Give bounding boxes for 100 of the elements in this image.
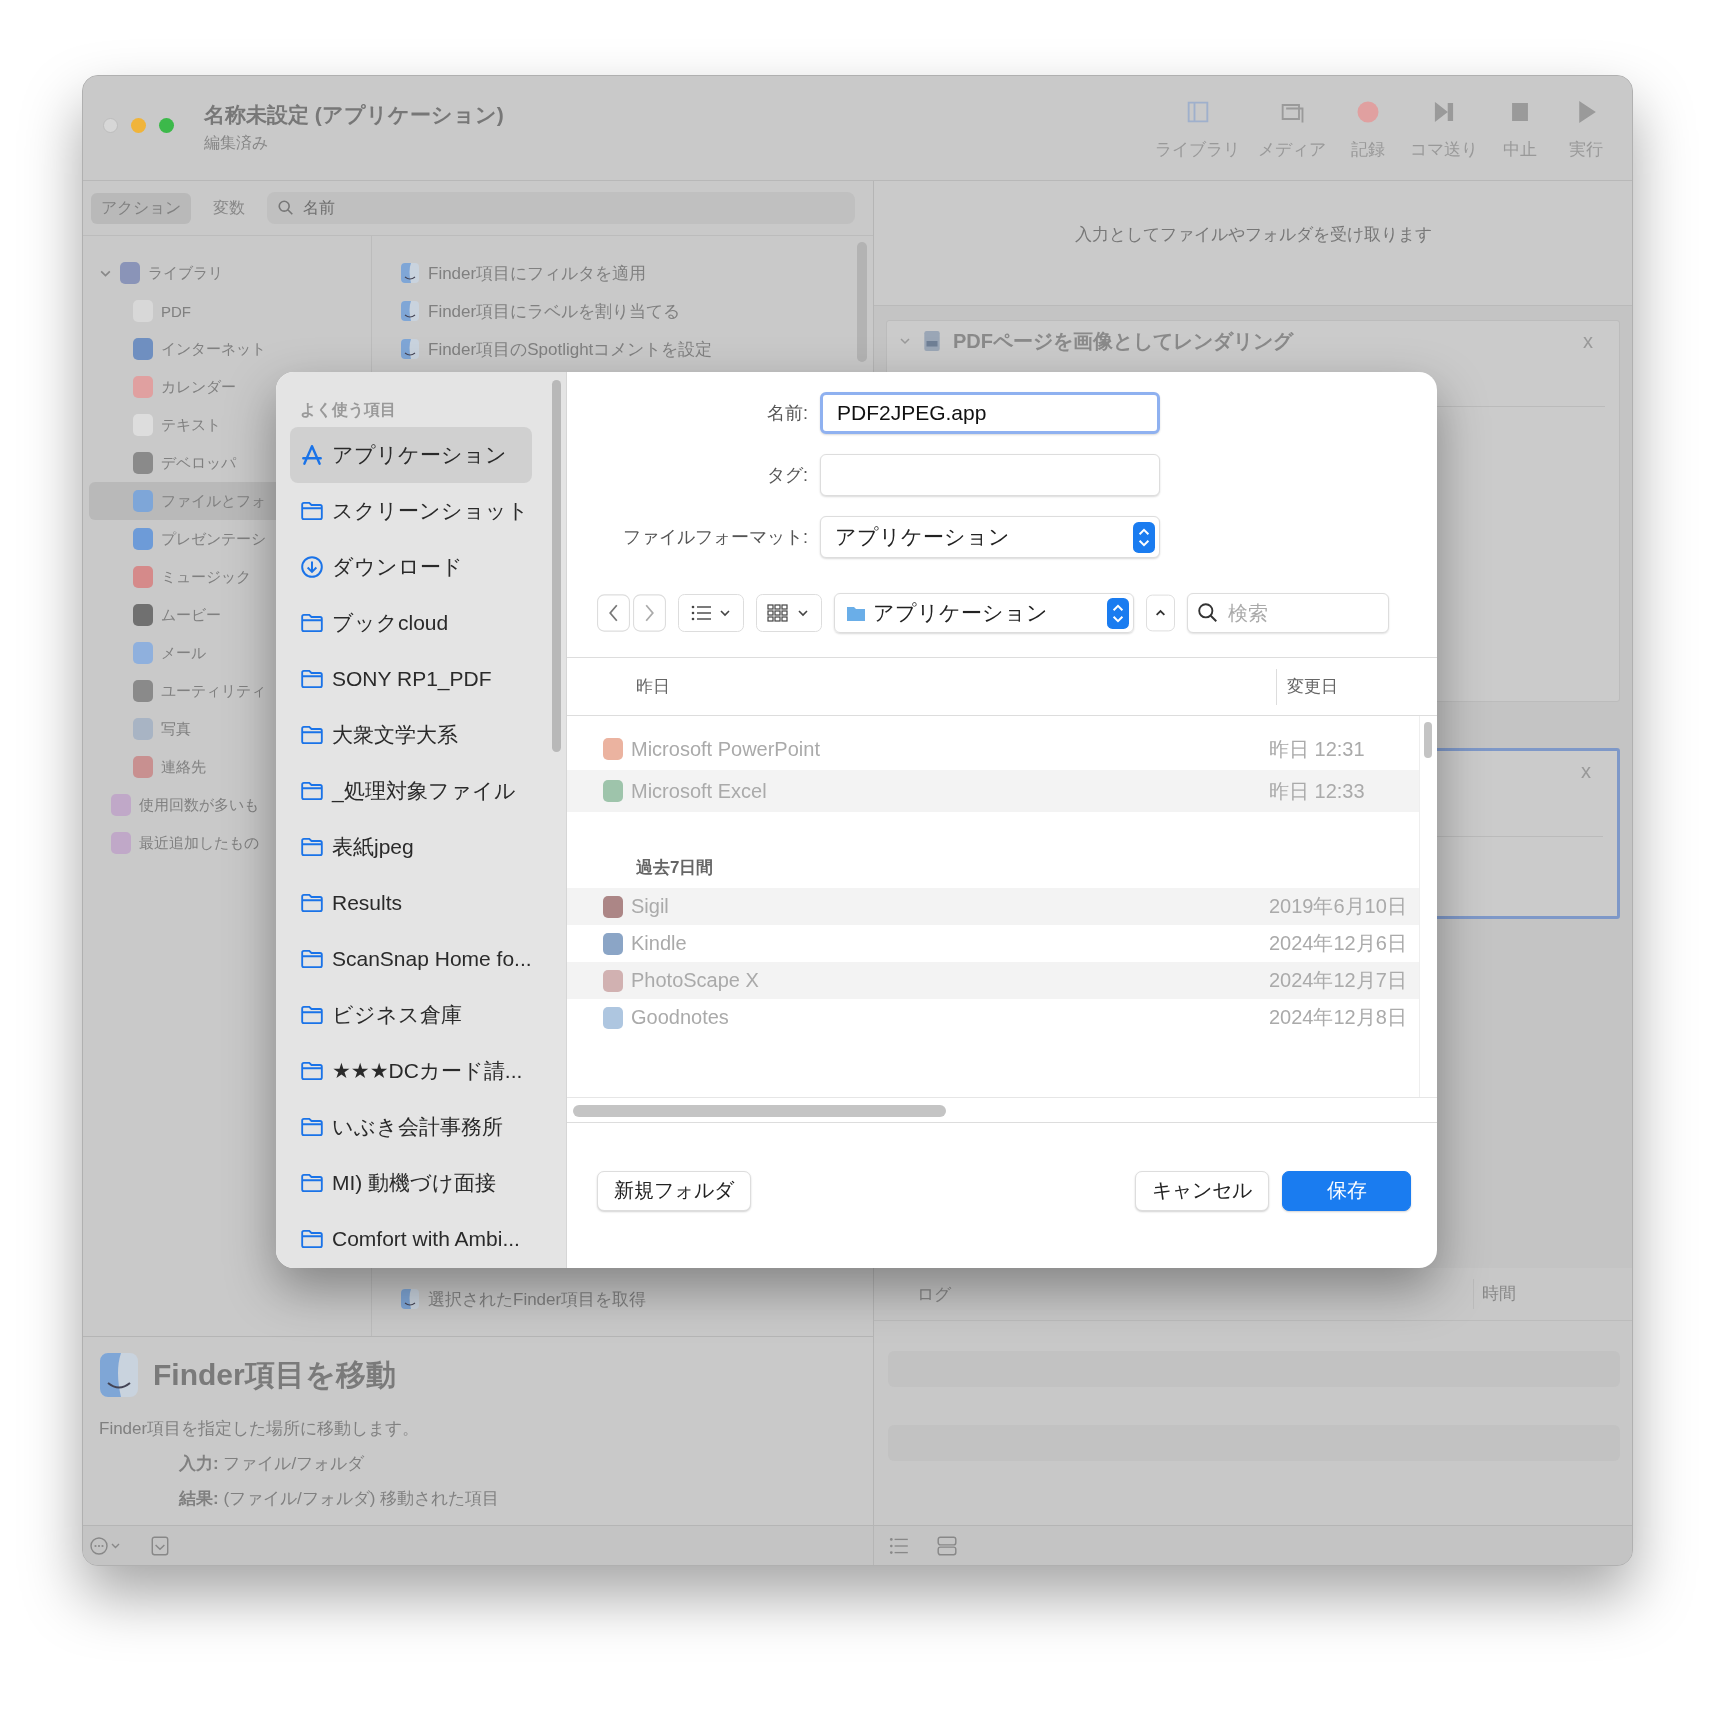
- category-icon: [133, 756, 153, 778]
- folder-icon: [300, 779, 324, 803]
- folder-icon: [300, 723, 324, 747]
- disclosure-icon: [899, 335, 911, 347]
- zoom-button[interactable]: [159, 118, 174, 133]
- sidebar-item[interactable]: ScanSnap Home fo...: [290, 931, 532, 987]
- folder-icon: [300, 667, 324, 691]
- scrollbar[interactable]: [552, 380, 561, 752]
- library-item[interactable]: インターネット: [83, 330, 371, 368]
- category-icon: [133, 604, 153, 626]
- sidebar-item[interactable]: 表紙jpeg: [290, 819, 532, 875]
- forward-button[interactable]: [633, 594, 666, 632]
- sidebar-item[interactable]: アプリケーション: [290, 427, 532, 483]
- name-field[interactable]: PDF2JPEG.app: [820, 392, 1160, 434]
- library-item[interactable]: PDF: [83, 292, 371, 330]
- category-icon: [133, 376, 153, 398]
- category-icon: [133, 680, 153, 702]
- sidebar-section-title: よく使う項目: [300, 400, 397, 421]
- up-button[interactable]: [1146, 594, 1175, 632]
- action-block-title: PDFページを画像としてレンダリング: [953, 328, 1293, 354]
- folder-icon: [300, 1171, 324, 1195]
- tag-field[interactable]: [820, 454, 1160, 496]
- category-icon: [120, 262, 140, 284]
- field-label: ファイルフォーマット:: [622, 526, 809, 549]
- sidebar-item[interactable]: Comfort with Ambi...: [290, 1211, 532, 1267]
- folder-icon: [300, 1059, 324, 1083]
- library-item[interactable]: ライブラリ: [83, 254, 371, 292]
- scrollbar-thumb[interactable]: [573, 1105, 946, 1117]
- window-title: 名称未設定 (アプリケーション): [204, 102, 504, 128]
- minimize-button[interactable]: [131, 118, 146, 133]
- category-icon: [133, 452, 153, 474]
- window-subtitle: 編集済み: [204, 133, 269, 153]
- column-header: 時間: [1473, 1279, 1632, 1309]
- folder-icon: [300, 611, 324, 635]
- action-item[interactable]: 選択されたFinder項目を取得: [400, 1280, 873, 1318]
- document-icon: [921, 330, 943, 352]
- category-icon: [133, 718, 153, 740]
- folder-icon: [300, 1227, 324, 1251]
- close-button[interactable]: [103, 118, 118, 133]
- app-store-icon: [300, 443, 324, 467]
- result-info: 結果: (ファイル/フォルダ) 移動された項目: [177, 1488, 501, 1510]
- sidebar-item[interactable]: MI) 動機づけ面接: [290, 1155, 532, 1211]
- action-item[interactable]: Finder項目にラベルを割り当てる: [400, 292, 873, 330]
- search-field[interactable]: 検索: [1187, 593, 1389, 633]
- scrollbar[interactable]: [857, 242, 867, 362]
- cancel-button[interactable]: キャンセル: [1135, 1170, 1269, 1211]
- app-icon: [603, 780, 623, 802]
- app-icon: [603, 932, 623, 955]
- folder-icon: [300, 891, 324, 915]
- category-icon: [133, 642, 153, 664]
- category-icon: [133, 338, 153, 360]
- column-header: ログ: [917, 1283, 952, 1306]
- sidebar-item[interactable]: _処理対象ファイル: [290, 763, 532, 819]
- split-view-icon[interactable]: [936, 1534, 958, 1557]
- group-header: 昨日: [636, 676, 671, 698]
- app-icon: [603, 895, 623, 918]
- back-button[interactable]: [597, 594, 630, 632]
- field-label: 名前:: [766, 402, 809, 425]
- folder-icon: [300, 1003, 324, 1027]
- smiley-face-icon: [400, 1287, 420, 1311]
- scrollbar-thumb[interactable]: [1424, 722, 1432, 758]
- category-icon: [111, 832, 131, 854]
- category-icon: [133, 490, 153, 512]
- sidebar-item[interactable]: ビジネス倉庫: [290, 987, 532, 1043]
- category-icon: [111, 794, 131, 816]
- location-popup[interactable]: アプリケーション: [834, 593, 1134, 633]
- grid-view-button[interactable]: [756, 594, 822, 632]
- action-item[interactable]: Finder項目にフィルタを適用: [400, 254, 873, 292]
- sidebar-item[interactable]: ★★★DCカード請...: [290, 1043, 532, 1099]
- tab[interactable]: 変数: [203, 192, 255, 224]
- action-title: Finder項目を移動: [153, 1356, 396, 1393]
- checkbox-icon[interactable]: [149, 1534, 171, 1557]
- action-item[interactable]: Finder項目のSpotlightコメントを設定: [400, 330, 873, 368]
- folder-icon: [300, 1115, 324, 1139]
- smiley-face-icon: [400, 261, 420, 285]
- category-icon: [133, 566, 153, 588]
- folder-icon: [300, 947, 324, 971]
- workflow-input-note: 入力としてファイルやフォルダを受け取ります: [1074, 224, 1432, 246]
- smiley-face-icon: [400, 337, 420, 361]
- category-icon: [133, 528, 153, 550]
- list-view-button[interactable]: [678, 594, 744, 632]
- column-header[interactable]: 変更日: [1276, 668, 1437, 705]
- input-info: 入力: ファイル/フォルダ: [178, 1453, 366, 1475]
- app-icon: [603, 738, 623, 760]
- new-folder-button[interactable]: 新規フォルダ: [597, 1170, 751, 1211]
- search-icon: [1197, 602, 1219, 624]
- smiley-face-icon: [400, 299, 420, 323]
- sidebar-item[interactable]: 大衆文学大系: [290, 707, 532, 763]
- search-icon: [277, 199, 295, 217]
- folder-icon: [300, 499, 324, 523]
- app-icon: [603, 969, 623, 992]
- search-field[interactable]: 名前: [267, 192, 855, 224]
- format-popup[interactable]: アプリケーション: [820, 516, 1160, 558]
- field-label: タグ:: [766, 464, 809, 487]
- stepper-icon: [1133, 521, 1155, 553]
- action-description: Finder項目を指定した場所に移動します。: [99, 1418, 421, 1440]
- sidebar-item[interactable]: いぶき会計事務所: [290, 1099, 532, 1155]
- save-button[interactable]: 保存: [1282, 1170, 1411, 1211]
- app-icon: [603, 1006, 623, 1029]
- sidebar-item[interactable]: Results: [290, 875, 532, 931]
